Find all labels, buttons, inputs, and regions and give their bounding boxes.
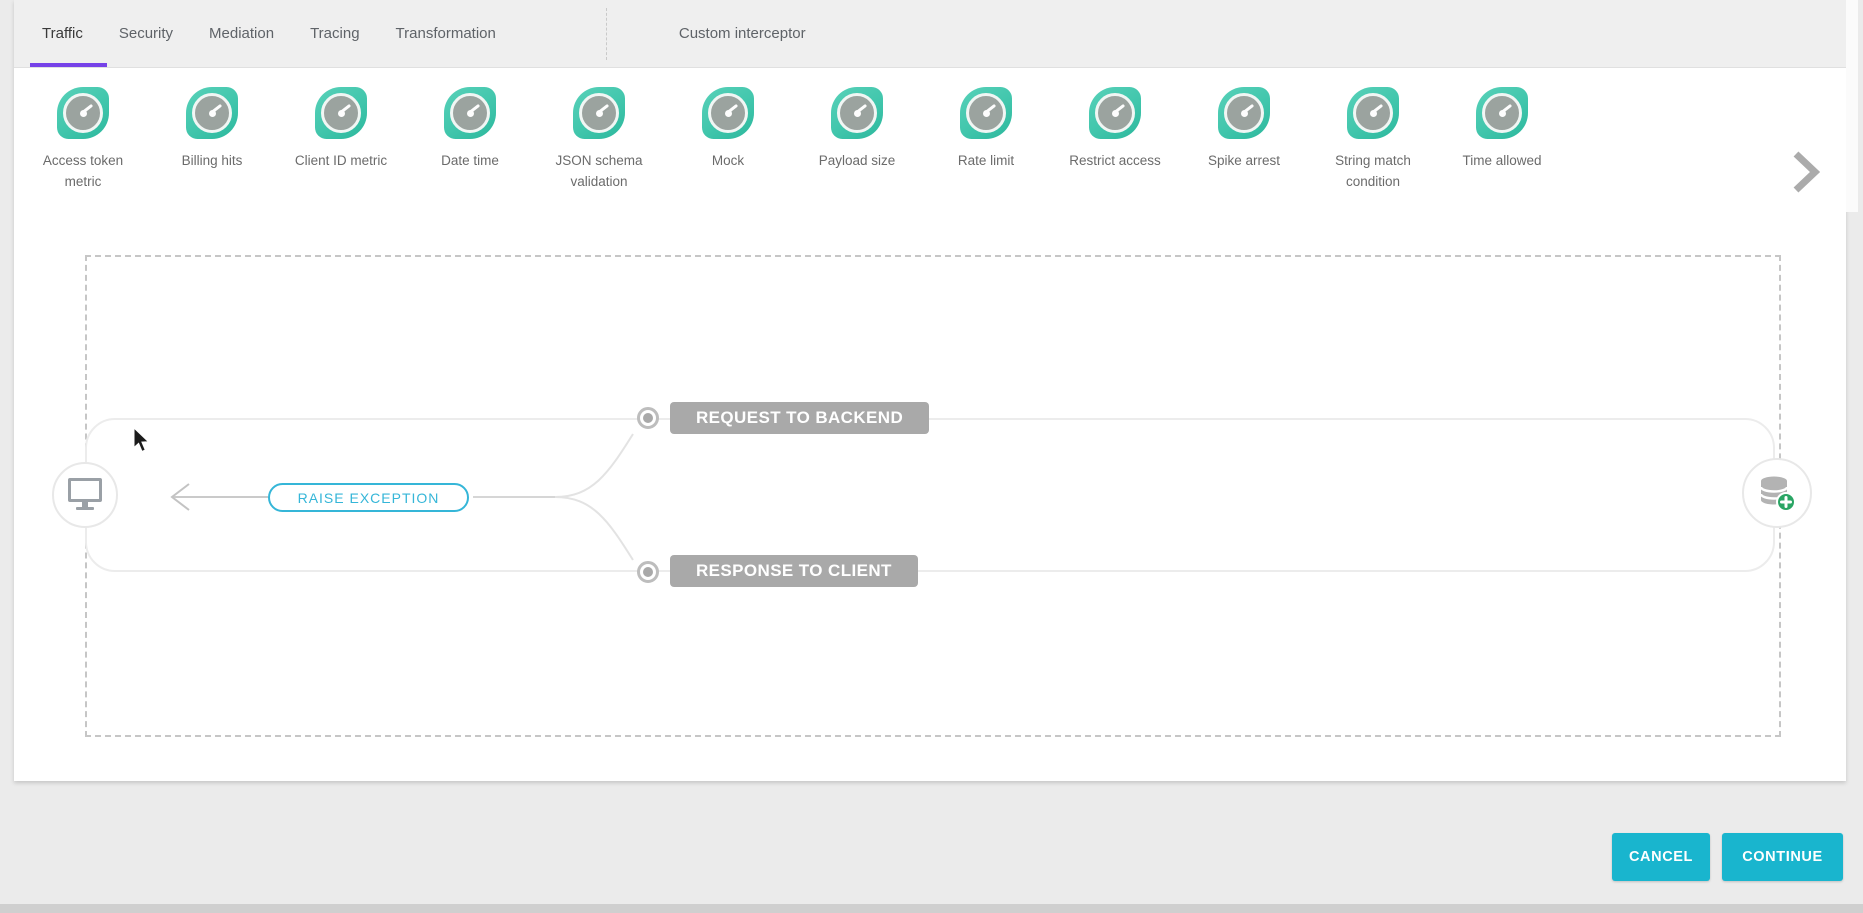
policy-item-spike-arrest[interactable]: Spike arrest [1188,69,1300,226]
tab-security[interactable]: Security [101,0,191,67]
policy-label: Billing hits [182,151,243,172]
request-flow-node[interactable] [637,407,659,429]
policy-item-rate-limit[interactable]: Rate limit [930,69,1042,226]
backend-node [1742,458,1812,528]
gauge-icon [186,87,238,139]
gauge-icon [315,87,367,139]
policy-item-time-allowed[interactable]: Time allowed [1446,69,1558,226]
policy-item-mock[interactable]: Mock [672,69,784,226]
policy-item-date-time[interactable]: Date time [414,69,526,226]
cancel-button[interactable]: CANCEL [1612,833,1710,881]
gauge-icon [1218,87,1270,139]
monitor-icon [68,478,102,512]
policy-item-string-match-condition[interactable]: String match condition [1317,69,1429,226]
gauge-icon [702,87,754,139]
window-bottom-edge [0,904,1863,913]
policy-label: String match condition [1317,151,1429,193]
continue-button[interactable]: CONTINUE [1722,833,1843,881]
policy-label: Time allowed [1462,151,1541,172]
policy-item-billing-hits[interactable]: Billing hits [156,69,268,226]
policy-item-json-schema-validation[interactable]: JSON schema validation [543,69,655,226]
gauge-icon [1347,87,1399,139]
client-node [52,462,118,528]
mouse-cursor-icon [133,427,153,460]
chevron-right-icon[interactable] [1790,150,1820,199]
gauge-icon [1089,87,1141,139]
raise-exception-pill[interactable]: RAISE EXCEPTION [268,483,469,512]
policy-label: JSON schema validation [543,151,655,193]
page-background-sliver [1846,0,1858,212]
tab-mediation[interactable]: Mediation [191,0,292,67]
policy-label: Mock [712,151,744,172]
request-to-backend-badge: REQUEST TO BACKEND [670,402,929,434]
gauge-icon [831,87,883,139]
policy-label: Client ID metric [295,151,387,172]
tab-traffic[interactable]: Traffic [24,0,101,67]
gauge-icon [444,87,496,139]
tab-transformation[interactable]: Transformation [378,0,514,67]
tab-tracing[interactable]: Tracing [292,0,377,67]
policy-dialog: Traffic Security Mediation Tracing Trans… [14,0,1846,781]
response-flow-node[interactable] [637,561,659,583]
gauge-icon [960,87,1012,139]
response-to-client-badge: RESPONSE TO CLIENT [670,555,918,587]
policy-item-restrict-access[interactable]: Restrict access [1059,69,1171,226]
policy-label: Spike arrest [1208,151,1280,172]
policy-label: Rate limit [958,151,1014,172]
policy-item-access-token-metric[interactable]: Access token metric [27,69,139,226]
policy-label: Payload size [819,151,896,172]
policy-item-payload-size[interactable]: Payload size [801,69,913,226]
policy-item-client-id-metric[interactable]: Client ID metric [285,69,397,226]
tab-custom-interceptor[interactable]: Custom interceptor [607,0,878,67]
gauge-icon [57,87,109,139]
gauge-icon [1476,87,1528,139]
policy-category-tabs: Traffic Security Mediation Tracing Trans… [14,0,1846,68]
policy-label: Date time [441,151,499,172]
policy-label: Restrict access [1069,151,1161,172]
gauge-icon [573,87,625,139]
database-add-icon [1757,473,1797,513]
policy-palette: Access token metric Billing hits Client … [14,69,1846,226]
policy-label: Access token metric [27,151,139,193]
